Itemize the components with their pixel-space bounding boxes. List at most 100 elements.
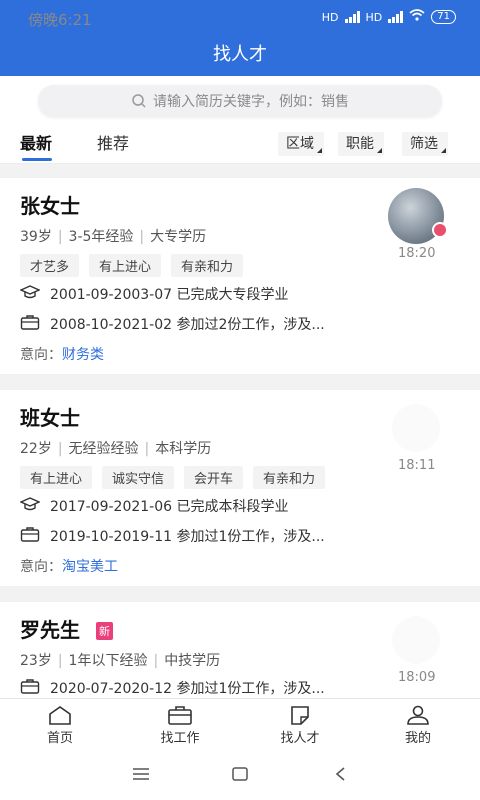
zoom-icon: [432, 222, 448, 238]
briefcase-icon: [20, 526, 40, 546]
intent-label: 意向：: [20, 347, 62, 363]
separator: |: [57, 441, 63, 457]
nav-find-talent-label: 找人才: [280, 731, 320, 746]
work-line: 2020-07-2020-12 参加过1份工作，涉及...: [20, 678, 325, 698]
tag: 才艺多: [20, 254, 80, 277]
filter-more[interactable]: 筛选: [402, 132, 448, 156]
battery-indicator: 71: [431, 10, 456, 24]
tag: 有亲和力: [171, 254, 244, 277]
intent-label: 意向：: [20, 559, 62, 575]
candidate-education: 本科学历: [155, 441, 212, 457]
intent: 意向：淘宝美工: [20, 556, 118, 576]
separator: |: [153, 653, 159, 669]
signal-1-label: HD: [321, 10, 339, 24]
candidate-experience: 1年以下经验: [68, 653, 148, 669]
candidate-name: 张女士: [20, 194, 80, 218]
candidate-experience: 无经验经验: [68, 441, 139, 457]
avatar[interactable]: [392, 404, 440, 452]
work-text: 2019-10-2019-11 参加过1份工作，涉及...: [50, 529, 325, 545]
work-line: 2008-10-2021-02 参加过2份工作，涉及...: [20, 314, 325, 334]
app-header: 傍晚6:21 HD HD 71 找人才: [0, 0, 480, 76]
graduation-cap-icon: [19, 496, 41, 516]
nav-mine-label: 我的: [404, 731, 431, 746]
graduation-cap-icon: [19, 284, 41, 304]
separator: |: [144, 441, 150, 457]
menu-icon[interactable]: [132, 766, 150, 786]
search-placeholder: 请输入简历关键字，例如：销售: [153, 94, 349, 110]
education-text: 2017-09-2021-06 已完成本科段学业: [50, 499, 289, 515]
status-icons: HD HD 71: [322, 9, 456, 25]
nav-home[interactable]: 首页: [20, 703, 100, 746]
candidate-meta: 23岁 | 1年以下经验 | 中技学历: [20, 650, 220, 670]
candidate-meta: 39岁 | 3-5年经验 | 大专学历: [20, 226, 206, 246]
candidate-tags: 才艺多 有上进心 有亲和力: [20, 254, 244, 277]
dropdown-icon: [441, 148, 446, 153]
system-nav-bar: [0, 750, 480, 800]
nav-mine[interactable]: 我的: [378, 703, 458, 746]
user-icon: [378, 705, 458, 725]
separator: |: [57, 229, 63, 245]
signal-icon-2: [388, 11, 404, 23]
bottom-nav: 首页 找工作 找人才 我的: [0, 698, 480, 750]
work-text: 2020-07-2020-12 参加过1份工作，涉及...: [50, 681, 325, 697]
candidate-card[interactable]: 张女士 39岁 | 3-5年经验 | 大专学历 才艺多 有上进心 有亲和力 2001-0…: [0, 178, 480, 374]
filter-region[interactable]: 区域: [278, 132, 324, 156]
candidate-meta: 22岁 | 无经验经验 | 本科学历: [20, 438, 211, 458]
nav-find-job-label: 找工作: [160, 731, 200, 746]
tag: 会开车: [184, 466, 244, 489]
education-text: 2001-09-2003-07 已完成大专段学业: [50, 287, 289, 303]
tab-bar: 最新 推荐 区域 职能 筛选: [0, 124, 480, 164]
education-line: 2017-09-2021-06 已完成本科段学业: [19, 496, 289, 516]
update-time: 18:09: [398, 670, 436, 685]
work-line: 2019-10-2019-11 参加过1份工作，涉及...: [20, 526, 325, 546]
intent: 意向：财务类: [20, 344, 104, 364]
tab-recommended[interactable]: 推荐: [97, 130, 129, 154]
wifi-icon: [409, 9, 425, 25]
filter-more-label: 筛选: [410, 136, 438, 152]
education-line: 2001-09-2003-07 已完成大专段学业: [19, 284, 289, 304]
signal-2-label: HD: [365, 10, 383, 24]
tag: 有亲和力: [253, 466, 326, 489]
resume-icon: [260, 705, 340, 725]
separator: |: [139, 229, 145, 245]
update-time: 18:11: [398, 458, 436, 473]
briefcase-icon: [20, 314, 40, 334]
candidate-experience: 3-5年经验: [68, 229, 134, 245]
tab-latest[interactable]: 最新: [20, 130, 52, 154]
candidate-name: 班女士: [20, 406, 80, 430]
nav-find-talent[interactable]: 找人才: [260, 703, 340, 746]
tag: 有上进心: [20, 466, 93, 489]
search-input[interactable]: 请输入简历关键字，例如：销售: [38, 85, 442, 117]
nav-find-job[interactable]: 找工作: [140, 703, 220, 746]
separator: |: [57, 653, 63, 669]
tag: 有上进心: [89, 254, 162, 277]
filter-region-label: 区域: [286, 136, 314, 152]
avatar[interactable]: [388, 188, 448, 244]
intent-value[interactable]: 淘宝美工: [62, 559, 118, 575]
search-area: 请输入简历关键字，例如：销售: [0, 76, 480, 124]
search-icon: [131, 93, 147, 109]
nav-home-label: 首页: [46, 731, 73, 746]
candidate-education: 中技学历: [164, 653, 221, 669]
candidate-card[interactable]: 罗先生 新 23岁 | 1年以下经验 | 中技学历 2020-07-2020-12 参加…: [0, 602, 480, 698]
status-bar: 傍晚6:21 HD HD 71: [0, 0, 480, 34]
dropdown-icon: [377, 148, 382, 153]
home-icon: [20, 705, 100, 725]
candidate-card[interactable]: 班女士 22岁 | 无经验经验 | 本科学历 有上进心 诚实守信 会开车 有亲和力 20…: [0, 390, 480, 586]
candidate-age: 23岁: [20, 653, 52, 669]
briefcase-icon: [20, 678, 40, 698]
new-badge: 新: [96, 622, 113, 640]
work-text: 2008-10-2021-02 参加过2份工作，涉及...: [50, 317, 325, 333]
status-time: 傍晚6:21: [28, 11, 92, 29]
back-icon[interactable]: [334, 766, 348, 786]
candidate-education: 大专学历: [150, 229, 207, 245]
tag: 诚实守信: [102, 466, 175, 489]
home-button-icon[interactable]: [231, 766, 249, 786]
candidate-name: 罗先生: [20, 618, 80, 642]
tab-indicator: [22, 158, 52, 161]
candidate-age: 22岁: [20, 441, 52, 457]
avatar[interactable]: [392, 616, 440, 664]
dropdown-icon: [317, 148, 322, 153]
filter-function[interactable]: 职能: [338, 132, 384, 156]
intent-value[interactable]: 财务类: [62, 347, 104, 363]
